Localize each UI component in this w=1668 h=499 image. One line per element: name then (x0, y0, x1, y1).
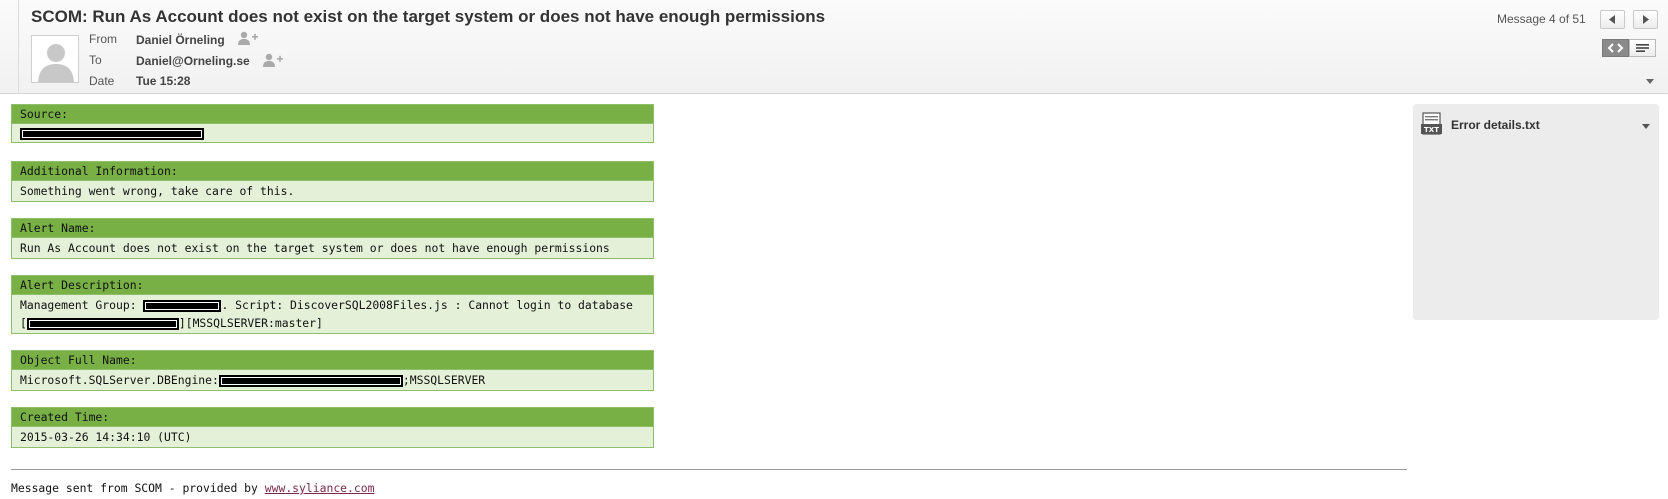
expand-arrow-icon[interactable] (1646, 79, 1654, 84)
txt-file-icon[interactable]: TXT (1421, 112, 1443, 136)
add-contact-icon[interactable] (263, 53, 283, 67)
redacted-block (20, 127, 204, 140)
section-title: Created Time: (12, 408, 653, 427)
section-line: Run As Account does not exist on the tar… (20, 239, 645, 257)
plain-text-view-icon (1636, 44, 1649, 52)
alert-section: Additional Information: Something went wr… (11, 161, 654, 202)
add-contact-icon[interactable] (238, 31, 258, 45)
section-text: ][MSSQLSERVER:master] (178, 316, 323, 330)
prev-arrow-icon (1609, 15, 1615, 24)
section-title: Additional Information: (12, 162, 653, 181)
section-text: 2015-03-26 14:34:10 (UTC) (20, 430, 192, 444)
next-message-button[interactable] (1633, 10, 1658, 29)
section-line: Something went wrong, take care of this. (20, 182, 645, 200)
to-label: To (89, 53, 102, 67)
section-text: [ (20, 316, 27, 330)
sender-avatar (31, 35, 79, 83)
section-line: 2015-03-26 14:34:10 (UTC) (20, 428, 645, 446)
header-divider (18, 0, 19, 94)
alert-section: Object Full Name: Microsoft.SQLServer.DBE… (11, 350, 654, 391)
message-header: SCOM: Run As Account does not exist on t… (0, 0, 1668, 94)
section-text: Something went wrong, take care of this. (20, 184, 295, 198)
attachment-dropdown-icon[interactable] (1642, 124, 1650, 129)
redacted-block (143, 299, 222, 312)
avatar-placeholder-icon (32, 36, 78, 82)
html-view-button[interactable] (1602, 39, 1629, 57)
date-value: Tue 15:28 (136, 74, 191, 88)
footer-divider (11, 469, 1407, 470)
previous-message-button[interactable] (1600, 10, 1625, 29)
section-title: Source: (12, 105, 653, 124)
to-value[interactable]: Daniel@Orneling.se (136, 54, 250, 68)
section-value: Microsoft.SQLServer.DBEngine: ;MSSQLSERVE… (12, 370, 653, 390)
section-value: Management Group: . Script: DiscoverSQL2… (12, 295, 653, 333)
footer-prefix: Message sent from SCOM - provided by (11, 481, 265, 495)
redacted-block (26, 317, 179, 330)
next-arrow-icon (1643, 15, 1649, 24)
mail-reader: SCOM: Run As Account does not exist on t… (0, 0, 1668, 499)
section-text: Management Group: (20, 298, 144, 312)
alert-section: Alert Name: Run As Account does not exist… (11, 218, 654, 259)
section-value (12, 124, 653, 142)
date-label: Date (89, 74, 115, 88)
attachment-filename[interactable]: Error details.txt (1451, 118, 1540, 132)
from-label: From (89, 32, 117, 46)
section-value: Run As Account does not exist on the tar… (12, 238, 653, 258)
attachment-panel: TXT Error details.txt (1413, 104, 1659, 320)
section-line (20, 125, 645, 141)
section-line: Microsoft.SQLServer.DBEngine: ;MSSQLSERVE… (20, 371, 645, 389)
section-text: ;MSSQLSERVER (402, 373, 486, 387)
section-line: [ ][MSSQLSERVER:master] (20, 314, 645, 332)
footer-text: Message sent from SCOM - provided by www… (11, 481, 374, 495)
section-text: . Script: DiscoverSQL2008Files.js : Cann… (221, 298, 633, 312)
section-title: Alert Description: (12, 276, 653, 295)
section-text: Run As Account does not exist on the tar… (20, 241, 610, 255)
section-line: Management Group: . Script: DiscoverSQL2… (20, 296, 645, 314)
alert-section: Alert Description: Management Group: . Sc… (11, 275, 654, 334)
footer-link[interactable]: www.syliance.com (265, 481, 375, 495)
redacted-block (218, 374, 403, 387)
message-subject: SCOM: Run As Account does not exist on t… (31, 7, 826, 26)
section-title: Object Full Name: (12, 351, 653, 370)
html-view-icon (1607, 43, 1624, 53)
from-value[interactable]: Daniel Örneling (136, 33, 225, 47)
alert-section: Source: (11, 104, 654, 143)
txt-file-badge: TXT (1424, 126, 1439, 134)
section-text: Microsoft.SQLServer.DBEngine: (20, 373, 219, 387)
plain-text-view-button[interactable] (1629, 39, 1656, 57)
section-title: Alert Name: (12, 219, 653, 238)
message-counter: Message 4 of 51 (1497, 12, 1586, 26)
alert-section: Created Time: 2015-03-26 14:34:10 (UTC) (11, 407, 654, 448)
section-value: Something went wrong, take care of this. (12, 181, 653, 201)
section-value: 2015-03-26 14:34:10 (UTC) (12, 427, 653, 447)
